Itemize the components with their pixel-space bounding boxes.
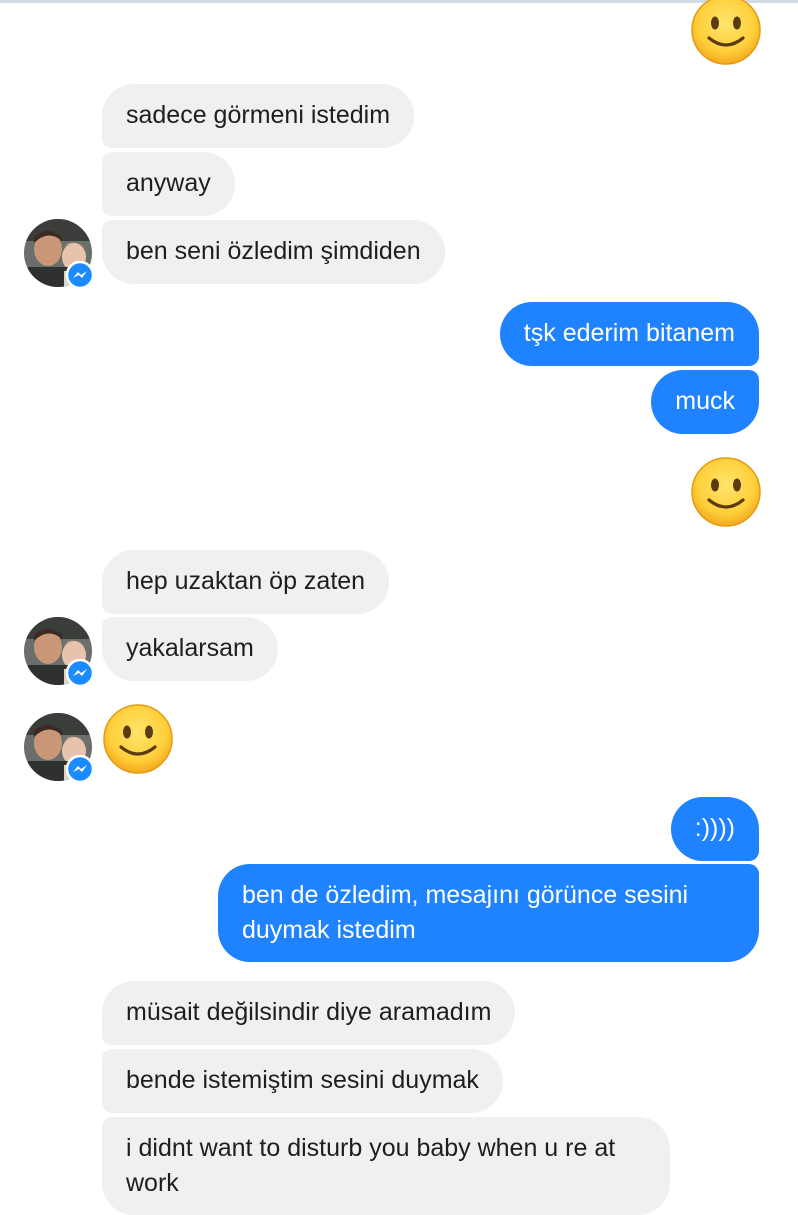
slightly-smiling-face-emoji [690,456,762,528]
messenger-badge-icon [66,261,94,289]
top-divider [0,0,798,3]
slightly-smiling-face-emoji [690,0,762,66]
messenger-badge-icon [66,755,94,783]
incoming-message-bubble[interactable]: anyway [102,152,235,216]
outgoing-message-bubble[interactable]: ben de özledim, mesajını görünce sesini … [218,864,759,962]
contact-avatar[interactable] [24,713,94,783]
outgoing-message-bubble[interactable]: :)))) [670,797,759,861]
incoming-message-bubble[interactable]: yakalarsam [102,617,278,681]
outgoing-message-bubble[interactable]: tşk ederim bitanem [499,302,759,366]
incoming-message-bubble[interactable]: ben seni özledim şimdiden [102,220,445,284]
incoming-message-bubble[interactable]: i didnt want to disturb you baby when u … [102,1117,670,1215]
contact-avatar[interactable] [24,219,94,289]
incoming-message-bubble[interactable]: müsait değilsindir diye aramadım [102,981,516,1045]
incoming-message-bubble[interactable]: hep uzaktan öp zaten [102,550,390,614]
messenger-badge-icon [66,659,94,687]
incoming-message-bubble[interactable]: bende istemiştim sesini duymak [102,1049,503,1113]
contact-avatar[interactable] [24,617,94,687]
incoming-message-bubble[interactable]: sadece görmeni istedim [102,84,415,148]
slightly-smiling-face-emoji [102,703,174,775]
outgoing-message-bubble[interactable]: muck [651,370,759,434]
